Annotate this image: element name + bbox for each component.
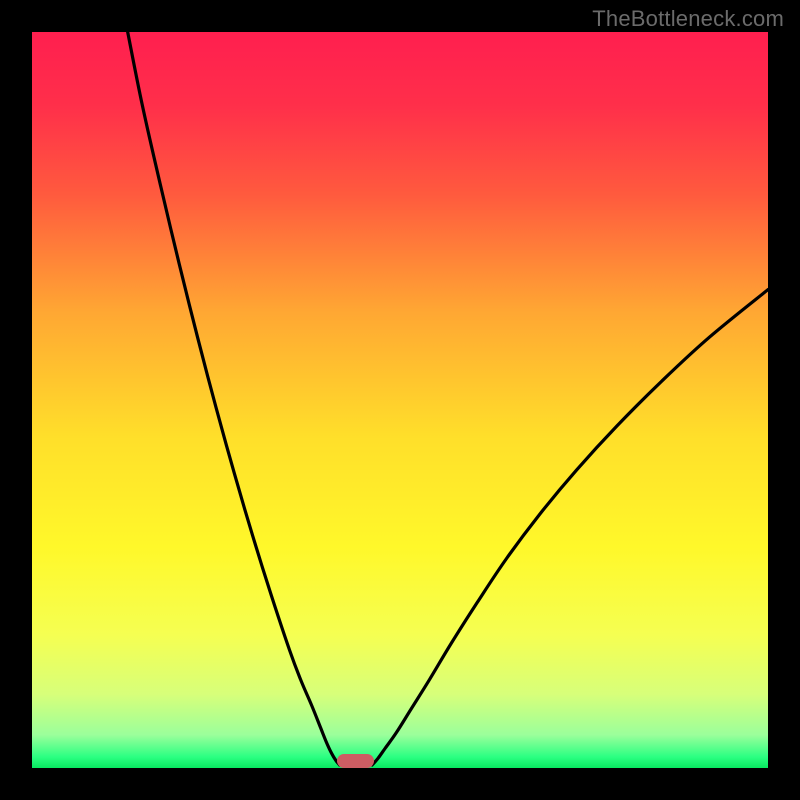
chart-svg xyxy=(32,32,768,768)
min-marker xyxy=(337,754,374,768)
plot-area xyxy=(32,32,768,768)
gradient-background xyxy=(32,32,768,768)
chart-frame: TheBottleneck.com xyxy=(0,0,800,800)
watermark-text: TheBottleneck.com xyxy=(592,6,784,32)
